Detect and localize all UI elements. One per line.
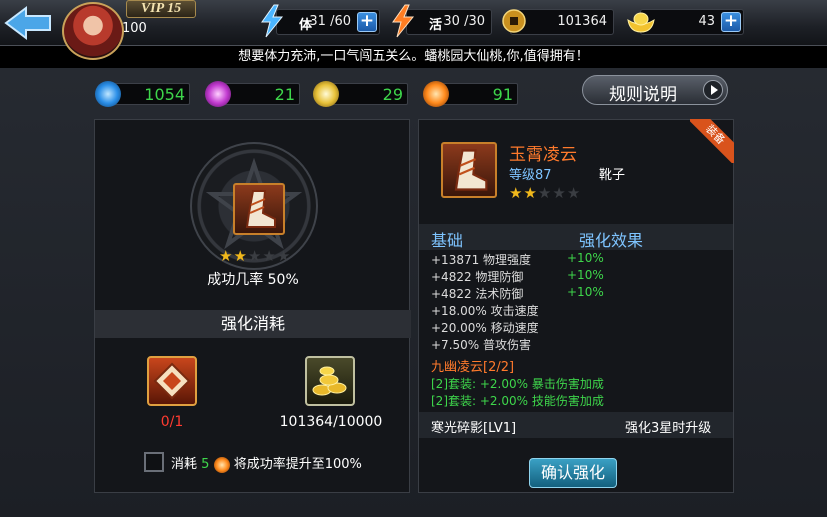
star-filled-icon: ★ (523, 184, 538, 202)
item-star-rating: ★★★★★ (219, 247, 291, 265)
item-type: 靴子 (599, 168, 626, 183)
copper-coin-icon (502, 9, 526, 33)
marquee-announcement: 想要体力充沛,一口气闯五关么。蟠桃园大仙桃,你,值得拥有！ (0, 46, 827, 68)
boot-icon (245, 190, 276, 228)
consume-effect: 将成功率提升至100% (233, 457, 362, 472)
star-empty-icon: ★ (276, 247, 292, 265)
coin-slot (305, 356, 355, 406)
coin-count: 101364/10000 (279, 414, 383, 430)
currency-yellow-value: 29 (382, 85, 403, 104)
add-stamina-button[interactable]: + (357, 12, 377, 32)
currency-flame-value: 91 (492, 85, 513, 104)
currency-purple-value: 21 (274, 85, 295, 104)
currency-blue: 1054 (95, 81, 190, 107)
star-empty-icon: ★ (566, 184, 582, 202)
vigor-lightning-icon (392, 4, 415, 38)
skill-name: 寒光碎影[LV1] (431, 421, 517, 436)
stat-bonus: +10% (567, 285, 604, 299)
stat-row: +13871 物理强度 (431, 253, 532, 267)
star-empty-icon: ★ (537, 184, 553, 202)
play-arrow-icon (703, 80, 723, 100)
gold-ingot-icon (627, 12, 655, 33)
boost-checkbox[interactable] (144, 452, 164, 472)
stat-header: 基础 强化效果 (419, 224, 733, 250)
purple-gem-icon (205, 81, 231, 107)
stat-bonus: +10% (567, 251, 604, 265)
flame-swirl-icon (423, 81, 449, 107)
yellow-gem-icon (313, 81, 339, 107)
equipment-slot[interactable] (233, 183, 285, 235)
item-name: 玉霄凌云 (509, 145, 577, 165)
set-bonus-row: [2]套装: +2.00% 暴击伤害加成 (431, 377, 604, 391)
vip-badge: VIP 15 (126, 0, 196, 18)
cost-title: 强化消耗 (95, 310, 411, 338)
flame-swirl-icon (213, 456, 230, 473)
equip-badge: 装备 (690, 119, 734, 163)
add-gold-button[interactable]: + (721, 12, 741, 32)
stat-row: +18.00% 攻击速度 (431, 304, 539, 318)
stat-row: +4822 法术防御 (431, 287, 524, 301)
player-level: 100 (122, 21, 147, 36)
enhance-stone-icon (153, 362, 191, 400)
consume-label: 消耗 (171, 457, 198, 472)
vigor-display: 活 30 /30 (406, 9, 492, 35)
stat-row: +7.50% 普攻伤害 (431, 338, 531, 352)
vigor-label: 活 (429, 18, 443, 33)
item-icon-frame[interactable] (441, 142, 497, 198)
material-count: 0/1 (160, 414, 184, 430)
stat-row: +20.00% 移动速度 (431, 321, 539, 335)
stat-bonus: +10% (567, 268, 604, 282)
back-arrow-icon[interactable] (4, 6, 54, 40)
enhance-stone-slot[interactable] (147, 356, 197, 406)
enhance-left-panel: ★★★★★ 成功几率 50% 强化消耗 0/1 101364/10000 消耗 … (94, 119, 411, 493)
boot-icon (454, 149, 488, 191)
stat-row: +4822 物理防御 (431, 270, 524, 284)
consume-amount: 5 (201, 457, 210, 472)
star-empty-icon: ★ (262, 247, 277, 265)
rules-button-label: 规则说明 (609, 85, 677, 105)
lightning-icon (261, 4, 284, 38)
top-bar: VIP 15 100 体 31 /60 + 活 30 /30 101364 43… (0, 0, 827, 46)
item-detail-panel: 装备 玉霄凌云 等级87 靴子 ★★★★★ 基础 强化效果 +13871 物理强… (418, 119, 734, 493)
consume-text: 消耗 5 将成功率提升至100% (171, 453, 362, 473)
star-empty-icon: ★ (552, 184, 567, 202)
currency-purple: 21 (205, 81, 300, 107)
effect-header: 强化效果 (579, 231, 644, 250)
skill-note: 强化3星时升级 (625, 421, 712, 436)
star-empty-icon: ★ (247, 247, 263, 265)
confirm-enhance-button[interactable]: 确认强化 (529, 458, 617, 488)
gold-value: 43 (698, 14, 715, 29)
vigor-value: 30 /30 (443, 14, 485, 29)
coin-pile-icon (312, 366, 347, 396)
player-avatar[interactable] (62, 2, 124, 60)
currency-flame: 91 (423, 81, 518, 107)
set-bonus-row: [2]套装: +2.00% 技能伤害加成 (431, 394, 604, 408)
star-filled-icon: ★ (219, 247, 234, 265)
rules-button[interactable]: 规则说明 (582, 75, 728, 105)
stamina-display: 体 31 /60 + (276, 9, 380, 35)
star-filled-icon: ★ (233, 247, 248, 265)
equip-badge-label: 装备 (690, 119, 734, 163)
star-filled-icon: ★ (509, 184, 524, 202)
currency-yellow: 29 (313, 81, 408, 107)
copper-value: 101364 (557, 14, 607, 29)
stamina-value: 31 /60 (309, 14, 351, 29)
item-star-rating: ★★★★★ (509, 184, 581, 202)
success-rate: 成功几率 50% (207, 272, 299, 288)
set-title: 九幽凌云[2/2] (431, 360, 515, 375)
base-header: 基础 (431, 231, 464, 250)
blue-gem-icon (95, 81, 121, 107)
item-level: 等级87 (509, 168, 552, 183)
currency-blue-value: 1054 (144, 85, 185, 104)
